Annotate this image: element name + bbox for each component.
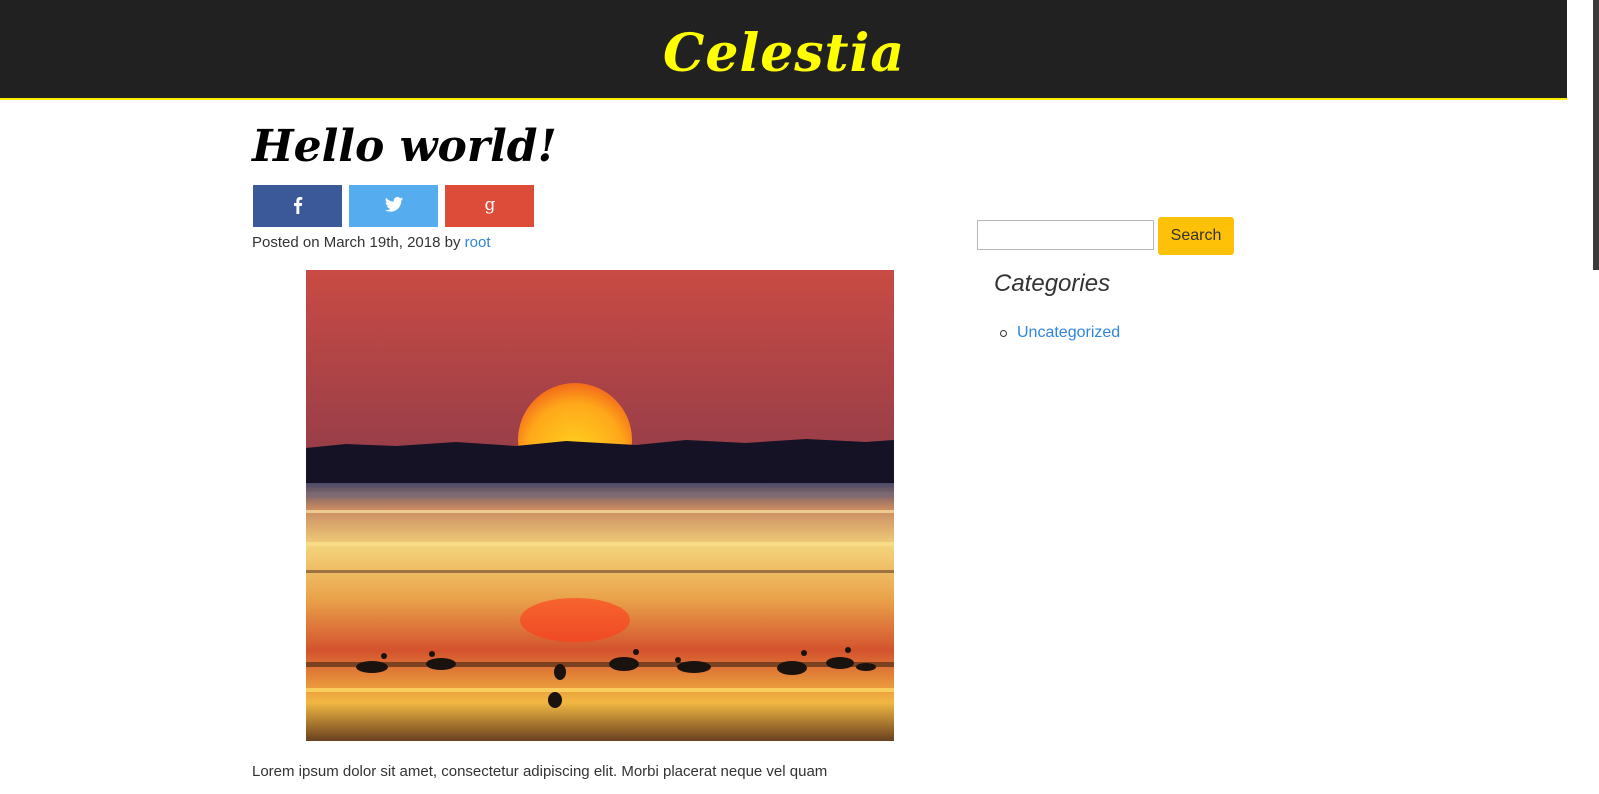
post-excerpt: Lorem ipsum dolor sit amet, consectetur …: [252, 763, 828, 780]
svg-text:g: g: [484, 195, 495, 215]
author-link[interactable]: root: [465, 234, 491, 251]
featured-image: [306, 270, 894, 741]
page-scrollbar[interactable]: [1567, 0, 1599, 794]
google-plus-share-button[interactable]: g: [445, 185, 534, 227]
site-title[interactable]: Celestia: [0, 22, 1568, 86]
search-input[interactable]: [977, 220, 1154, 250]
category-link-uncategorized[interactable]: Uncategorized: [1017, 324, 1120, 341]
post-meta: Posted on March 19th, 2018 by root: [252, 233, 491, 253]
categories-list: Uncategorized: [999, 322, 1120, 344]
post-date: Posted on March 19th, 2018 by: [252, 234, 465, 251]
category-item: Uncategorized: [999, 322, 1120, 344]
facebook-icon: [293, 197, 302, 214]
post-title[interactable]: Hello world!: [252, 118, 557, 176]
categories-title: Categories: [994, 270, 1111, 297]
twitter-icon: [384, 197, 403, 212]
facebook-share-button[interactable]: [253, 185, 342, 227]
google-plus-icon: g: [484, 195, 495, 215]
twitter-share-button[interactable]: [349, 185, 438, 227]
site-header: Celestia: [0, 0, 1599, 100]
scrollbar-thumb[interactable]: [1593, 0, 1599, 270]
search-button[interactable]: Search: [1158, 217, 1234, 255]
